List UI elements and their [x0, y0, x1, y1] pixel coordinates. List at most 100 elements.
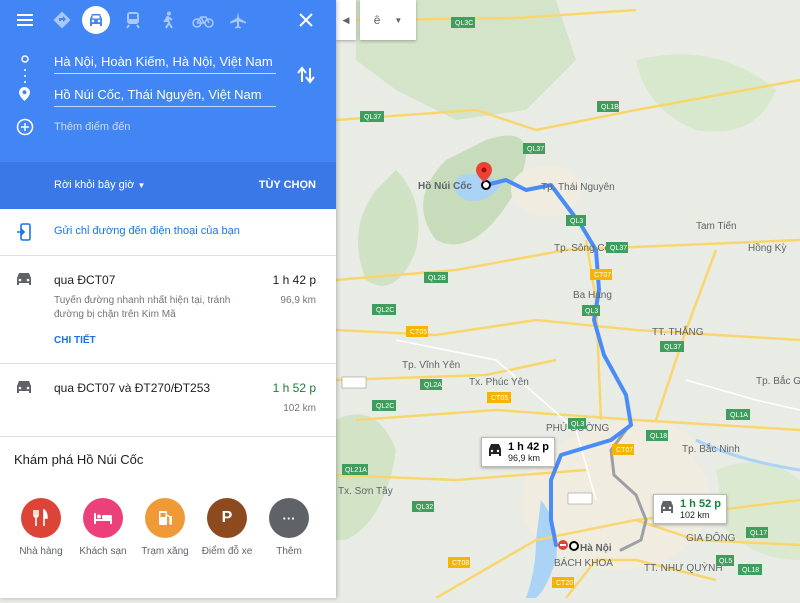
place-label: Hồ Núi Cốc [418, 180, 472, 192]
parking-icon: P [207, 498, 247, 538]
place-label: Tx. Phúc Yên [469, 377, 529, 388]
send-to-phone[interactable]: Gửi chỉ đường đến điện thoại của bạn [0, 209, 336, 256]
road-shield: QL32 [416, 504, 433, 511]
place-label: Tp. Thái Nguyên [541, 182, 615, 193]
route-bubble-primary[interactable]: 1 h 42 p 96,9 km [481, 437, 555, 467]
route-distance: 96,9 km [280, 295, 316, 306]
road-shield: QL37 [364, 114, 381, 121]
place-label: Tp. Bắc Ninh [682, 442, 740, 455]
category-label: Điểm đỗ xe [201, 546, 253, 557]
road-shield: QL2A [424, 382, 442, 389]
road-shield: QL37 [527, 146, 544, 153]
place-label: TT. THẮNG [652, 325, 704, 338]
road-shield: QL3 [570, 218, 583, 225]
road-shield: CT05 [491, 395, 508, 402]
place-label: Hồng Kỳ [748, 242, 786, 254]
road-shield: QL17 [750, 530, 767, 537]
transit-icon[interactable] [119, 6, 147, 34]
place-label: TT. NHƯ QUỲNH [644, 561, 723, 574]
car-icon[interactable] [82, 6, 110, 34]
place-label: Tp. Vĩnh Yên [402, 360, 460, 371]
leave-now-dropdown[interactable]: Rời khỏi bây giờ ▼ [54, 179, 145, 191]
route-description: Tuyến đường nhanh nhất hiện tại, tránh đ… [54, 295, 231, 320]
route-bubble-time: 1 h 52 p [680, 498, 721, 510]
route-option-1[interactable]: qua ĐCT07 1 h 42 p 96,9 km Tuyến đường n… [0, 256, 336, 364]
collapse-panel-button[interactable]: ◀ [336, 0, 356, 40]
road-shield: QL3 [571, 421, 584, 428]
map-canvas[interactable]: Hồ Núi Cốc Tp. Thái Nguyên Tam Tiến Hồng… [335, 0, 800, 600]
road-shield: QL37 [610, 245, 627, 252]
car-icon [15, 271, 33, 292]
leave-now-label: Rời khỏi bây giờ [54, 179, 135, 191]
category-more[interactable]: ··· Thêm [259, 498, 319, 557]
walk-icon[interactable] [154, 6, 182, 34]
route-option-2[interactable]: qua ĐCT07 và ĐT270/ĐT253 1 h 52 p 102 km [0, 364, 336, 437]
hotel-icon [83, 498, 123, 538]
road-shield: QL37 [664, 344, 681, 351]
send-to-phone-label: Gửi chỉ đường đến điện thoại của bạn [54, 225, 240, 237]
road-shield: CT05 [410, 329, 427, 336]
road-shield: QL18 [650, 433, 667, 440]
caret-down-icon: ▼ [137, 181, 146, 190]
road-shield: QL2C [376, 307, 394, 314]
swap-icon[interactable] [296, 66, 316, 89]
directions-panel: Hà Nội, Hoàn Kiếm, Hà Nội, Việt Nam Hồ N… [0, 0, 336, 598]
caret-down-icon: ▼ [394, 15, 403, 25]
place-label: Tx. Sơn Tây [338, 486, 393, 497]
leave-time-bar: Rời khỏi bây giờ ▼ TÙY CHỌN [0, 162, 336, 209]
send-to-phone-icon [16, 223, 32, 246]
origin-input[interactable]: Hà Nội, Hoàn Kiếm, Hà Nội, Việt Nam [54, 54, 276, 74]
road-shield: QL3 [585, 308, 598, 315]
road-shield: QL1B [601, 104, 619, 111]
add-destination[interactable]: Thêm điểm đến [54, 121, 130, 133]
route-bubble-time: 1 h 42 p [508, 441, 549, 453]
menu-icon[interactable] [11, 6, 39, 34]
road-shield: QL3C [455, 20, 473, 27]
flight-icon[interactable] [224, 6, 252, 34]
route-name: qua ĐCT07 và ĐT270/ĐT253 [54, 381, 211, 395]
category-gas-station[interactable]: Trạm xăng [135, 498, 195, 557]
map-layer-control[interactable]: ê ▼ [360, 0, 416, 40]
car-icon [487, 443, 503, 460]
road-shield: CT07 [616, 447, 633, 454]
place-label: GIA ĐÔNG [686, 531, 736, 544]
road-shield: QL1A [730, 412, 748, 419]
directions-header: Hà Nội, Hoàn Kiếm, Hà Nội, Việt Nam Hồ N… [0, 0, 336, 162]
route-time: 1 h 42 p [272, 273, 316, 287]
destination-pin-icon [19, 87, 30, 106]
bike-icon[interactable] [189, 6, 217, 34]
route-bubble-alternate[interactable]: 1 h 52 p 102 km [653, 494, 727, 524]
road-shield: CT08 [452, 560, 469, 567]
place-label: Tam Tiến [696, 220, 737, 232]
route-name: qua ĐCT07 [54, 273, 116, 287]
directions-icon[interactable] [48, 6, 76, 34]
add-icon[interactable] [16, 118, 34, 141]
road-shield: QL5 [719, 558, 732, 565]
route-time: 1 h 52 p [272, 381, 316, 395]
chevron-left-icon: ◀ [342, 14, 350, 25]
road-shield: AH14 [571, 496, 589, 503]
category-hotel[interactable]: Khách sạn [73, 498, 133, 557]
layer-glyph: ê [373, 13, 381, 27]
destination-input[interactable]: Hồ Núi Cốc, Thái Nguyên, Việt Nam [54, 87, 276, 107]
options-button[interactable]: TÙY CHỌN [259, 179, 316, 191]
route-distance: 102 km [283, 403, 316, 414]
more-icon: ··· [269, 498, 309, 538]
category-restaurant[interactable]: Nhà hàng [11, 498, 71, 557]
road-shield: QL21A [345, 467, 367, 474]
road-shield: AH14 [345, 380, 363, 387]
place-label: Hà Nội [580, 543, 612, 554]
explore-title: Khám phá Hồ Núi Cốc [14, 452, 144, 467]
category-label: Khách sạn [79, 546, 127, 557]
gas-station-icon [145, 498, 185, 538]
place-label: Ba Hàng [573, 290, 612, 301]
close-icon[interactable] [292, 6, 320, 34]
car-icon [659, 500, 675, 517]
category-label: Thêm [276, 546, 302, 557]
category-parking[interactable]: P Điểm đỗ xe [197, 498, 257, 557]
route-details-link[interactable]: CHI TIẾT [54, 335, 96, 346]
road-shield: QL2B [428, 275, 446, 282]
place-label: BÁCH KHOA [554, 556, 613, 569]
road-shield: QL18 [742, 567, 759, 574]
place-label: Tp. Bắc Gi [756, 374, 800, 387]
